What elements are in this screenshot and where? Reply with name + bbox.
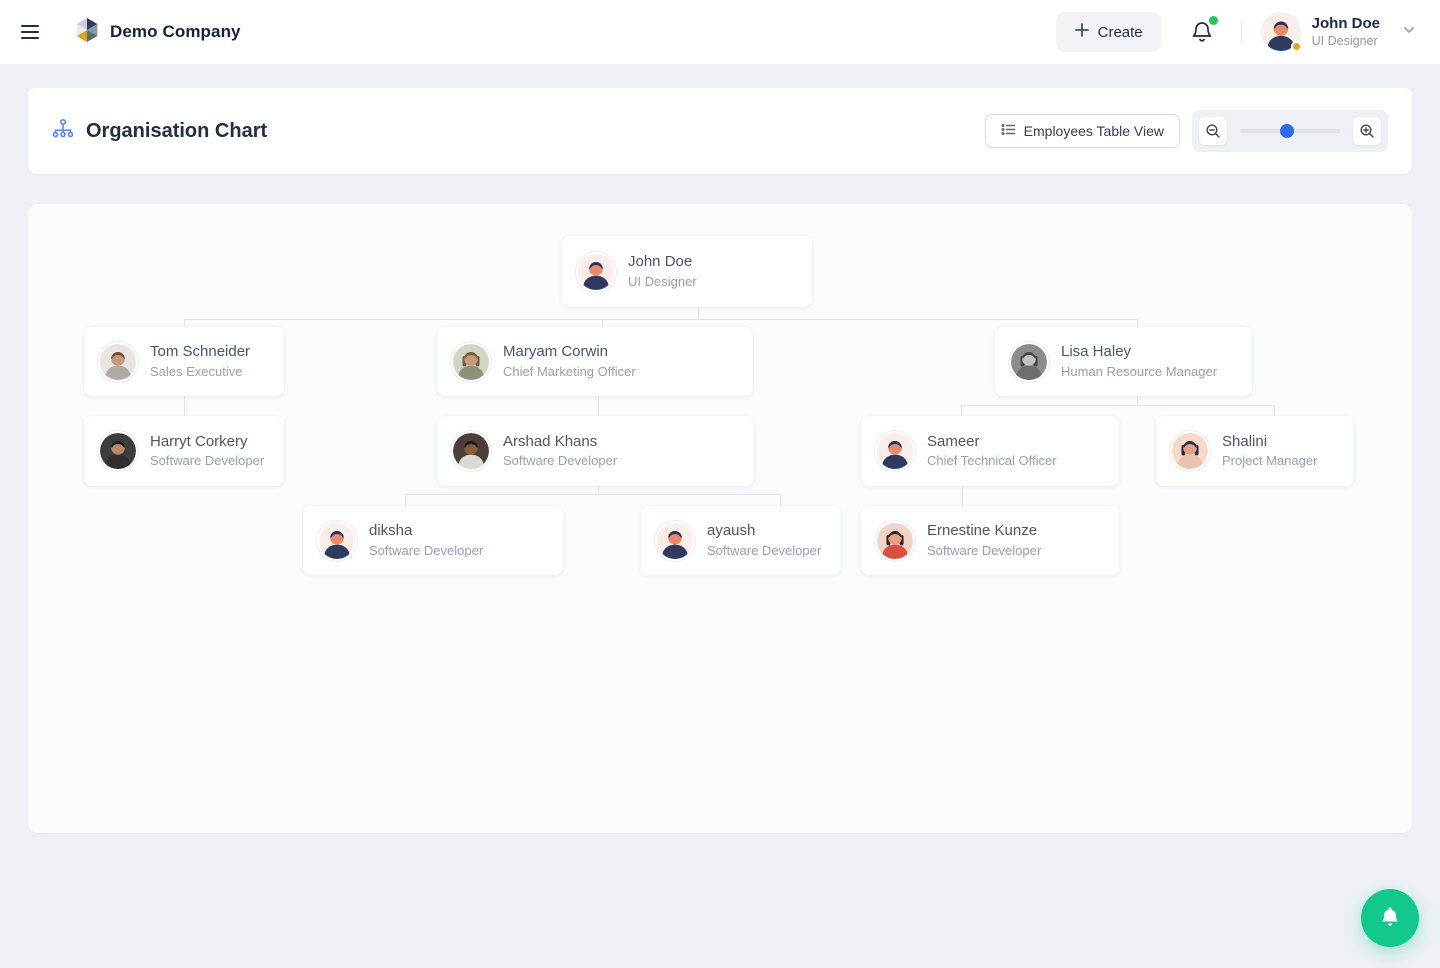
employee-name: John Doe: [628, 253, 693, 271]
employee-title: Chief Technical Officer: [927, 453, 1057, 469]
zoom-in-icon[interactable]: [1353, 117, 1381, 145]
avatar: [578, 253, 614, 290]
org-node-ayaush[interactable]: ayaush Software Developer: [641, 506, 841, 575]
user-menu[interactable]: John Doe UI Designer: [1261, 13, 1416, 52]
connector-line: [598, 396, 599, 416]
employee-name: Arshad Khans: [503, 432, 598, 450]
logo-cube-icon: [74, 17, 100, 48]
plus-icon: [1074, 22, 1090, 42]
avatar: [877, 433, 913, 469]
employee-title: Project Manager: [1222, 453, 1318, 469]
brand[interactable]: Demo Company: [74, 17, 241, 48]
org-node-john[interactable]: John Doe UI Designer: [562, 236, 812, 307]
notifications-fab[interactable]: [1361, 889, 1419, 947]
zoom-slider[interactable]: [1240, 124, 1340, 138]
employees-table-view-button[interactable]: Employees Table View: [984, 114, 1180, 148]
employee-title: Software Developer: [707, 542, 822, 558]
bell-icon: [1378, 905, 1402, 932]
employee-name: Lisa Haley: [1061, 343, 1132, 361]
org-node-sameer[interactable]: Sameer Chief Technical Officer: [861, 416, 1119, 486]
avatar: [877, 522, 913, 559]
connector-line: [602, 319, 603, 327]
notification-dot: [1208, 16, 1218, 25]
org-node-shalini[interactable]: Shalini Project Manager: [1156, 416, 1354, 486]
connector-line: [1274, 405, 1275, 416]
connector-line: [184, 396, 185, 416]
employee-name: Ernestine Kunze: [927, 522, 1038, 540]
connector-line: [780, 494, 781, 506]
org-node-harryt[interactable]: Harryt Corkery Software Developer: [84, 416, 284, 486]
employee-title: Human Resource Manager: [1061, 363, 1218, 379]
employee-name: Maryam Corwin: [503, 343, 609, 361]
org-node-tom[interactable]: Tom Schneider Sales Executive: [84, 327, 284, 396]
connector-line: [961, 405, 1274, 406]
user-status-dot: [1290, 41, 1302, 52]
employee-title: Software Developer: [927, 542, 1042, 558]
divider: [1240, 20, 1242, 44]
connector-line: [405, 494, 406, 506]
employee-title: Software Developer: [150, 453, 265, 469]
avatar: [657, 522, 693, 559]
employees-table-view-label: Employees Table View: [1023, 123, 1164, 139]
connector-line: [598, 486, 599, 494]
avatar: [319, 522, 355, 559]
org-chart-canvas[interactable]: John Doe UI Designer Tom Schneider Sales Ex…: [28, 204, 1412, 833]
avatar: [1261, 13, 1302, 52]
employee-title: Sales Executive: [150, 363, 243, 379]
employee-name: Sameer: [927, 432, 980, 450]
menu-icon[interactable]: [16, 18, 44, 46]
page-toolbar: Organisation Chart Employees Table View: [28, 88, 1412, 174]
create-label: Create: [1097, 23, 1143, 41]
user-name: John Doe: [1311, 14, 1380, 32]
avatar: [100, 343, 136, 380]
chevron-down-icon: [1402, 23, 1416, 42]
org-node-maryam[interactable]: Maryam Corwin Chief Marketing Officer: [437, 327, 753, 396]
connector-line: [962, 486, 963, 506]
avatar: [1011, 343, 1047, 380]
zoom-slider-thumb[interactable]: [1280, 124, 1294, 138]
avatar: [453, 343, 489, 380]
employee-title: Chief Marketing Officer: [503, 363, 636, 379]
connector-line: [698, 307, 699, 319]
org-node-diksha[interactable]: diksha Software Developer: [303, 506, 563, 575]
employee-name: Tom Schneider: [150, 343, 251, 361]
company-name: Demo Company: [110, 22, 241, 41]
connector-line: [184, 319, 1137, 320]
list-icon: [1001, 122, 1016, 140]
connector-line: [1137, 396, 1138, 405]
connector-line: [405, 494, 780, 495]
employee-name: diksha: [369, 522, 413, 540]
user-role: UI Designer: [1311, 33, 1378, 48]
org-node-ernestine[interactable]: Ernestine Kunze Software Developer: [861, 506, 1119, 575]
avatar: [100, 433, 136, 469]
employee-name: ayaush: [707, 522, 756, 540]
page-title: Organisation Chart: [86, 119, 268, 142]
employee-title: UI Designer: [628, 273, 697, 289]
org-node-arshad[interactable]: Arshad Khans Software Developer: [437, 416, 754, 486]
connector-line: [961, 405, 962, 416]
avatar: [1172, 433, 1208, 469]
employee-name: Harryt Corkery: [150, 432, 248, 450]
zoom-out-icon[interactable]: [1199, 117, 1227, 145]
app-header: Demo Company Create John Doe UI Designer: [0, 0, 1440, 64]
org-chart-icon: [52, 118, 74, 145]
notifications-bell-icon[interactable]: [1187, 16, 1218, 47]
create-button[interactable]: Create: [1055, 12, 1161, 52]
connector-line: [1137, 319, 1138, 327]
org-node-lisa[interactable]: Lisa Haley Human Resource Manager: [995, 327, 1252, 396]
employee-name: Shalini: [1222, 432, 1268, 450]
connector-line: [184, 319, 185, 327]
employee-title: Software Developer: [503, 453, 618, 469]
avatar: [453, 433, 489, 469]
employee-title: Software Developer: [369, 542, 484, 558]
zoom-control: [1192, 110, 1388, 152]
